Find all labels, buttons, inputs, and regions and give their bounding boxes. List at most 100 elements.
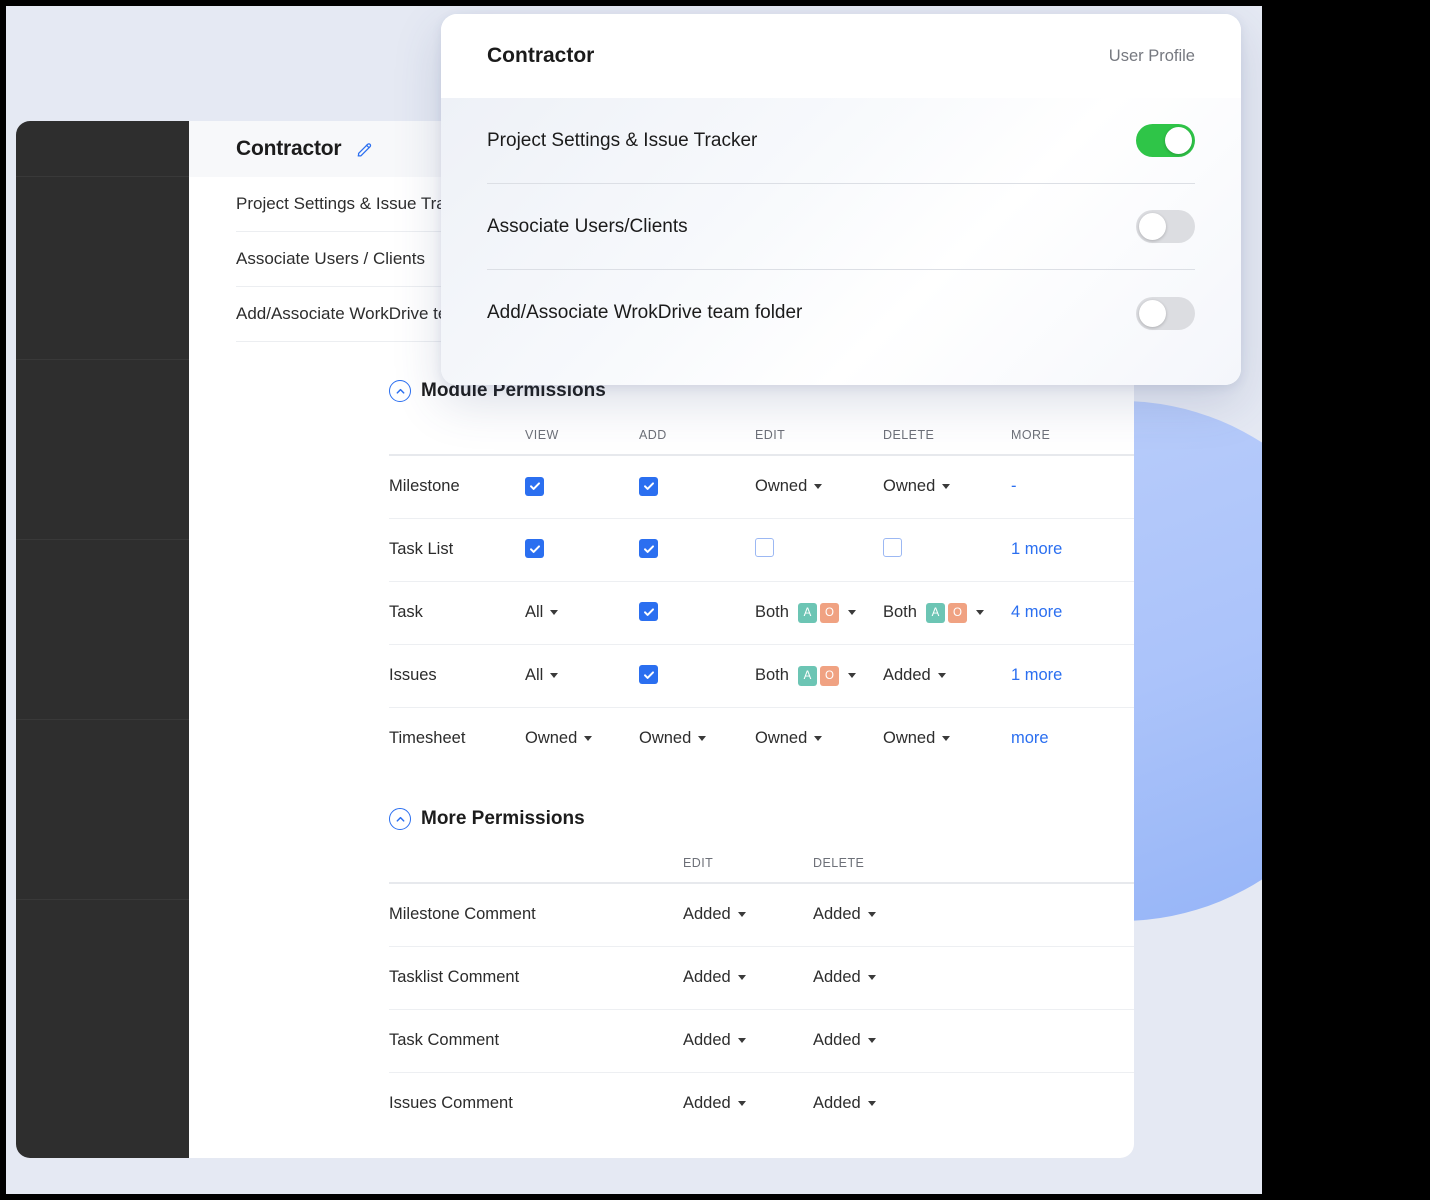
checkbox-checked[interactable] (525, 539, 544, 558)
table-row: IssuesAllBothAOAdded1 more (389, 644, 1134, 707)
chevron-up-circle-icon[interactable] (389, 808, 411, 830)
permission-dropdown[interactable]: Added (683, 1031, 746, 1050)
app-canvas: Contractor Project Settings & Issue Trac… (6, 6, 1262, 1194)
checkbox-checked[interactable] (639, 477, 658, 496)
badge-a: A (798, 666, 817, 686)
caret-down-icon (868, 1038, 876, 1043)
module-name-cell: Task (389, 581, 525, 644)
permission-dropdown-value: Added (813, 968, 861, 987)
checkbox-checked[interactable] (639, 539, 658, 558)
more-cell: 1 more (1011, 518, 1134, 581)
permission-dropdown[interactable]: Both AO (755, 603, 856, 623)
permission-dropdown[interactable]: Added (883, 666, 946, 685)
table-row: TaskAllBothAOBothAO4 more (389, 581, 1134, 644)
more-link[interactable]: 4 more (1011, 603, 1062, 621)
view-cell (525, 518, 639, 581)
permission-dropdown-value: Both (755, 603, 789, 622)
column-header-edit: EDIT (755, 428, 883, 455)
delete-cell: Added (813, 883, 993, 946)
more-link[interactable]: more (1011, 729, 1049, 747)
permission-dropdown-value: Added (813, 1031, 861, 1050)
permission-dropdown[interactable]: BothAO (755, 666, 856, 686)
permission-dropdown[interactable]: Owned (639, 729, 706, 748)
caret-down-icon (868, 912, 876, 917)
permission-dropdown[interactable]: Added (683, 968, 746, 987)
permission-dropdown[interactable]: Owned (755, 477, 822, 496)
table-row: Milestone CommentAddedAdded (389, 883, 1134, 946)
delete-cell: Added (813, 946, 993, 1009)
toggle-knob (1139, 213, 1166, 240)
delete-cell: Owned (883, 707, 1011, 770)
overlay-toggle-list: Project Settings & Issue TrackerAssociat… (441, 98, 1241, 385)
permission-dropdown-value: Added (813, 1094, 861, 1113)
section-header-more-permissions[interactable]: More Permissions (189, 804, 1134, 834)
permission-badges: AO (798, 603, 839, 623)
more-link[interactable]: 1 more (1011, 540, 1062, 558)
checkbox-unchecked[interactable] (755, 538, 774, 557)
permission-dropdown-value: Owned (755, 477, 807, 496)
permission-dropdown-value: Owned (883, 477, 935, 496)
permission-dropdown[interactable]: Owned (883, 729, 950, 748)
permission-dropdown-value: Added (883, 666, 931, 685)
caret-down-icon (738, 1038, 746, 1043)
column-header (993, 856, 1134, 883)
edit-cell: Added (683, 946, 813, 1009)
caret-down-icon (942, 736, 950, 741)
delete-cell: Owned (883, 455, 1011, 518)
permission-dropdown[interactable]: Owned (755, 729, 822, 748)
permission-dropdown[interactable]: BothAO (883, 603, 984, 623)
spacer-cell (993, 883, 1134, 946)
toggle-switch-on[interactable] (1136, 124, 1195, 157)
more-cell: - (1011, 455, 1134, 518)
toggle-switch-off[interactable] (1136, 210, 1195, 243)
permission-dropdown[interactable]: Added (683, 1094, 746, 1113)
table-header-row: VIEW ADD EDIT DELETE MORE (389, 428, 1134, 455)
more-permissions-table: EDIT DELETE Milestone CommentAddedAddedT… (389, 856, 1134, 1135)
permission-dropdown-value: Both (755, 666, 789, 685)
checkbox-checked[interactable] (639, 602, 658, 621)
permission-dropdown[interactable]: All (525, 666, 558, 685)
caret-down-icon (938, 673, 946, 678)
checkbox-checked[interactable] (525, 477, 544, 496)
delete-cell: Added (813, 1072, 993, 1135)
permission-dropdown[interactable]: Owned (883, 477, 950, 496)
permission-dropdown-value: Added (683, 1031, 731, 1050)
more-link[interactable]: 1 more (1011, 666, 1062, 684)
caret-down-icon (584, 736, 592, 741)
permission-dropdown[interactable]: Added (813, 905, 876, 924)
caret-down-icon (848, 610, 856, 615)
toggle-switch-off[interactable] (1136, 297, 1195, 330)
list-item-label: Associate Users / Clients (236, 249, 425, 269)
delete-cell: Added (883, 644, 1011, 707)
page-title: Contractor (236, 137, 341, 161)
caret-down-icon (738, 975, 746, 980)
permission-dropdown[interactable]: All (525, 603, 558, 622)
table-row: Task List 1 more (389, 518, 1134, 581)
column-header-more: MORE (1011, 428, 1134, 455)
chevron-up-circle-icon[interactable] (389, 380, 411, 402)
permission-dropdown-value: Both (883, 603, 917, 622)
pencil-icon[interactable] (355, 140, 374, 159)
permission-dropdown[interactable]: Added (813, 1031, 876, 1050)
column-header-view: VIEW (525, 428, 639, 455)
spacer-cell (993, 946, 1134, 1009)
view-cell: All (525, 581, 639, 644)
permission-dropdown-value: Added (683, 905, 731, 924)
checkbox-checked[interactable] (639, 665, 658, 684)
module-permissions-table: VIEW ADD EDIT DELETE MORE MilestoneOwned… (389, 428, 1134, 770)
table-row: MilestoneOwnedOwned- (389, 455, 1134, 518)
column-header-delete: DELETE (813, 856, 993, 883)
edit-cell: Owned (755, 455, 883, 518)
permission-dropdown[interactable]: Owned (525, 729, 592, 748)
view-cell: All (525, 644, 639, 707)
permission-name-cell: Task Comment (389, 1009, 683, 1072)
permission-name-cell: Tasklist Comment (389, 946, 683, 1009)
module-name-cell: Task List (389, 518, 525, 581)
edit-cell: Added (683, 883, 813, 946)
permission-dropdown[interactable]: Added (683, 905, 746, 924)
overlay-toggle-row: Add/Associate WrokDrive team folder (487, 270, 1195, 356)
permission-dropdown-value: Owned (639, 729, 691, 748)
permission-dropdown[interactable]: Added (813, 968, 876, 987)
permission-dropdown[interactable]: Added (813, 1094, 876, 1113)
checkbox-unchecked[interactable] (883, 538, 902, 557)
